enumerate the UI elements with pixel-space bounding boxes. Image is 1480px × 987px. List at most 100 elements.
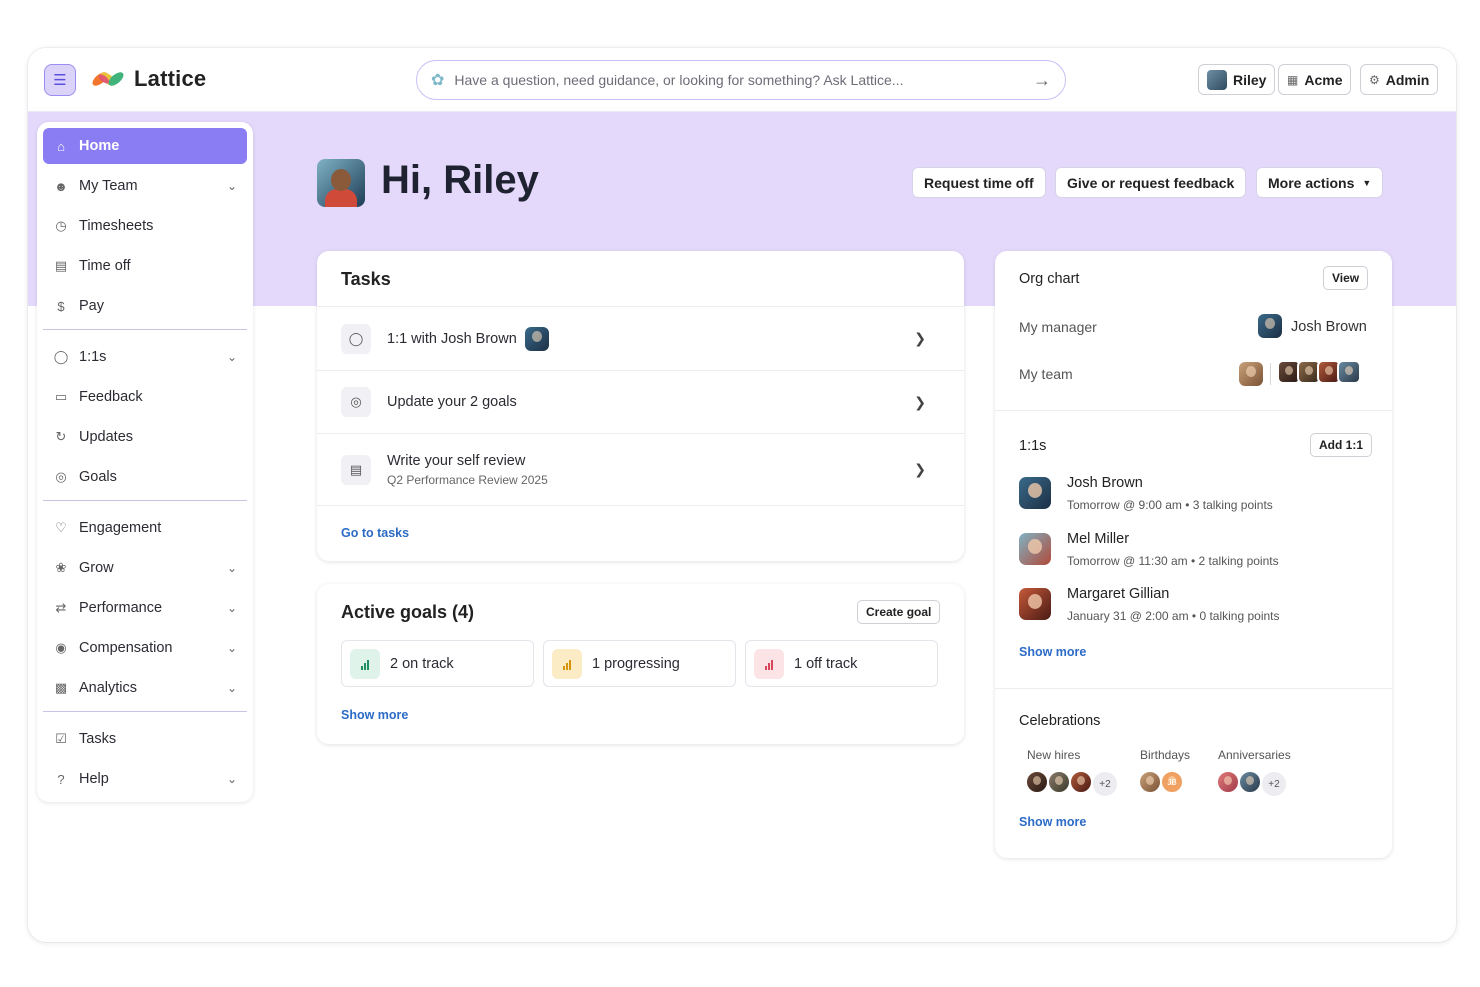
avatar[interactable] [1025,770,1049,794]
one-on-one-name[interactable]: Mel Miller [1067,531,1129,547]
bar-chart-icon [552,648,582,679]
sidebar-item-my-team[interactable]: ☻ My Team ⌄ [43,168,247,204]
company-button[interactable]: ▦ Acme [1278,64,1352,95]
admin-label: Admin [1385,71,1430,88]
avatar [524,326,549,351]
target-icon: ◎ [55,469,67,484]
avatar[interactable] [1238,770,1262,794]
bar-chart-icon [754,648,784,679]
goal-status-off-track[interactable]: 1 off track [745,640,938,687]
app-window: ☰ Lattice ✿ → Riley ▦ Acme [28,48,1456,942]
go-to-tasks-link[interactable]: Go to tasks [341,526,409,540]
search-bar[interactable]: ✿ → [416,60,1066,100]
sidebar-item-updates[interactable]: ↻ Updates [43,419,247,455]
chevron-down-icon: ⌄ [226,350,237,364]
user-name: Riley [1233,71,1267,88]
clipboard-icon: ☑ [55,731,67,746]
arrow-right-icon[interactable]: → [1033,70,1051,91]
manager-avatar[interactable] [1258,314,1282,338]
org-chart-view-button[interactable]: View [1323,266,1369,290]
avatar[interactable] [1019,588,1051,620]
my-team-label: My team [1019,366,1073,382]
avatar[interactable] [1138,770,1162,794]
tasks-title: Tasks [341,269,391,289]
calendar-icon: ▤ [54,258,68,273]
sidebar-item-tasks[interactable]: ☑ Tasks [43,721,247,757]
menu-toggle-button[interactable]: ☰ [44,64,76,96]
target-icon: ◎ [341,387,371,417]
sidebar-item-help[interactable]: ? Help ⌄ [43,761,247,797]
sidebar-item-home[interactable]: ⌂ Home [43,128,247,164]
sidebar-item-pay[interactable]: $ Pay [43,288,247,324]
sidebar-item-compensation[interactable]: ◉ Compensation ⌄ [43,630,247,666]
sidebar-item-goals[interactable]: ◎ Goals [43,459,247,495]
avatar[interactable] [1337,360,1361,384]
goals-title: Active goals (4) [341,602,475,622]
admin-button[interactable]: ⚙ Admin [1360,64,1439,95]
manager-name[interactable]: Josh Brown [1291,319,1367,335]
page-title: Hi, Riley [381,158,539,202]
chevron-down-icon: ⌄ [226,681,237,695]
create-goal-button[interactable]: Create goal [857,600,941,624]
sidebar-item-engagement[interactable]: ♡ Engagement [43,510,247,546]
one-on-one-name[interactable]: Margaret Gillian [1067,586,1169,602]
one-on-one-name[interactable]: Josh Brown [1067,475,1143,491]
more-actions-button[interactable]: More actions ▼ [1256,167,1384,198]
new-hires-more-badge[interactable]: +2 [1093,772,1117,796]
chevron-down-icon: ⌄ [226,601,237,615]
coins-icon: ◉ [55,640,67,655]
anniversaries-more-badge[interactable]: +2 [1262,772,1286,796]
stopwatch-icon: ◷ [55,218,67,233]
chevron-right-icon: ❯ [914,330,926,346]
goal-status-on-track[interactable]: 2 on track [341,640,534,687]
bar-chart-icon [350,648,380,679]
right-panel-card: Org chart View My manager Josh Brown My … [995,251,1392,858]
avatar[interactable] [1216,770,1240,794]
sidebar-nav: ⌂ Home ☻ My Team ⌄ ◷ Timesheets ▤ Time o… [37,122,253,802]
avatar[interactable] [1019,533,1051,565]
add-1-1-button[interactable]: Add 1:1 [1310,433,1373,457]
chevron-down-icon: ⌄ [226,772,237,786]
celebrations-title: Celebrations [1019,713,1101,729]
building-icon: ▦ [1287,72,1299,87]
profile-avatar[interactable] [317,159,365,207]
review-icon: ▤ [341,454,371,485]
task-item[interactable]: ◯ 1:1 with Josh Brown ❯ [317,306,964,370]
request-time-off-button[interactable]: Request time off [912,167,1046,198]
one-on-one-meta: Tomorrow @ 11:30 am • 2 talking points [1067,554,1279,568]
avatar[interactable] [1019,477,1051,509]
avatar[interactable] [1047,770,1071,794]
home-icon: ⌂ [57,138,65,154]
birthdays-label: Birthdays [1140,748,1191,762]
goal-status-progressing[interactable]: 1 progressing [543,640,736,687]
app-name: Lattice [134,66,207,91]
avatar[interactable] [1239,362,1263,386]
sidebar-divider [43,500,247,501]
user-menu-button[interactable]: Riley [1198,64,1276,95]
goals-show-more-link[interactable]: Show more [341,708,408,722]
new-hires-label: New hires [1027,748,1081,762]
initials-avatar[interactable]: JB [1160,770,1184,794]
tasks-card: Tasks ◯ 1:1 with Josh Brown ❯ ◎ Update y… [317,251,964,561]
sidebar-item-timesheets[interactable]: ◷ Timesheets [43,208,247,244]
top-bar: ☰ Lattice ✿ → Riley ▦ Acme [28,48,1456,112]
chevron-down-icon: ⌄ [226,641,237,655]
hamburger-icon: ☰ [53,72,67,89]
sidebar-item-grow[interactable]: ❀ Grow ⌄ [43,550,247,586]
one-on-ones-show-more-link[interactable]: Show more [1019,645,1086,659]
anniversaries-label: Anniversaries [1218,748,1291,762]
app-logo[interactable]: Lattice [90,66,206,92]
one-on-one-meta: January 31 @ 2:00 am • 0 talking points [1067,609,1280,623]
sidebar-item-time-off[interactable]: ▤ Time off [43,248,247,284]
search-input[interactable] [454,72,1023,88]
give-request-feedback-button[interactable]: Give or request feedback [1055,167,1247,198]
celebrations-show-more-link[interactable]: Show more [1019,815,1086,829]
task-item[interactable]: ▤ Write your self review Q2 Performance … [317,433,964,505]
sidebar-item-analytics[interactable]: ▩ Analytics ⌄ [43,670,247,706]
sidebar-item-feedback[interactable]: ▭ Feedback [43,379,247,415]
sidebar-item-performance[interactable]: ⇄ Performance ⌄ [43,590,247,626]
avatar[interactable] [1069,770,1093,794]
task-item[interactable]: ◎ Update your 2 goals ❯ [317,370,964,433]
sidebar-item-1-1s[interactable]: ◯ 1:1s ⌄ [43,339,247,375]
chat-bubble-icon: ◯ [53,349,69,364]
